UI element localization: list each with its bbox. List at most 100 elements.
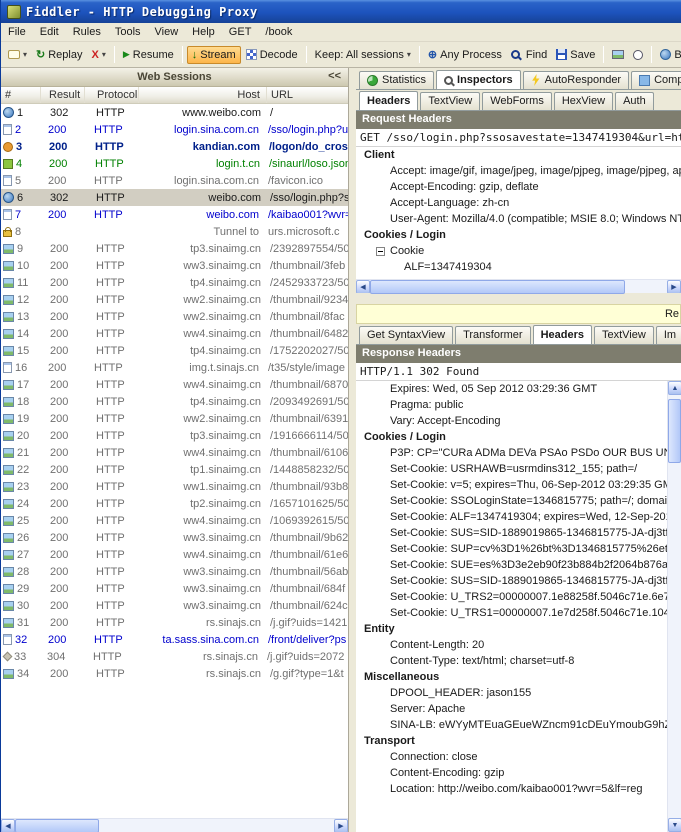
scroll-down-arrow[interactable]: ▼ [668,818,681,832]
session-row[interactable]: 31 200 HTTP rs.sinajs.cn /j.gif?uids=142… [1,614,348,631]
session-row[interactable]: 4 200 HTTP login.t.cn /sinaurl/loso.json [1,155,348,172]
session-row[interactable]: 10 200 HTTP ww3.sinaimg.cn /thumbnail/3f… [1,257,348,274]
session-row[interactable]: 20 200 HTTP tp3.sinaimg.cn /1916666114/5… [1,427,348,444]
tab-textview[interactable]: TextView [594,326,654,344]
session-row[interactable]: 16 200 HTTP img.t.sinajs.cn /t35/style/i… [1,359,348,376]
menu-help[interactable]: Help [185,24,222,40]
session-row[interactable]: 13 200 HTTP ww2.sinaimg.cn /thumbnail/8f… [1,308,348,325]
scroll-thumb[interactable] [668,399,681,463]
request-response-splitter[interactable] [356,293,681,304]
find-button[interactable]: Find [507,47,551,63]
tab-auth[interactable]: Auth [615,92,654,110]
session-row[interactable]: 19 200 HTTP ww2.sinaimg.cn /thumbnail/63… [1,410,348,427]
collapse-panel-button[interactable]: << [325,70,344,82]
tab-comp[interactable]: Comp [631,71,681,89]
scroll-right-arrow[interactable]: ▶ [667,280,681,294]
session-row[interactable]: 7 200 HTTP weibo.com /kaibao001?wvr= [1,206,348,223]
session-row[interactable]: 33 304 HTTP rs.sinajs.cn /j.gif?uids=207… [1,648,348,665]
session-row[interactable]: 1 302 HTTP www.weibo.com / [1,104,348,121]
session-row[interactable]: 5 200 HTTP login.sina.com.cn /favicon.ic… [1,172,348,189]
session-row[interactable]: 18 200 HTTP tp4.sinaimg.cn /2093492691/5… [1,393,348,410]
session-row[interactable]: 29 200 HTTP ww3.sinaimg.cn /thumbnail/68… [1,580,348,597]
screenshot-button[interactable] [608,48,628,61]
keep-sessions-dropdown[interactable]: Keep: All sessions▾ [311,47,415,63]
menu-rules[interactable]: Rules [66,24,108,40]
scroll-thumb[interactable] [370,280,625,294]
panel-splitter[interactable] [349,68,356,832]
session-row[interactable]: 30 200 HTTP ww3.sinaimg.cn /thumbnail/62… [1,597,348,614]
collapse-box-icon[interactable] [376,247,385,256]
scroll-track[interactable] [370,280,667,293]
menu-book[interactable]: /book [258,24,299,40]
column-header-result[interactable]: Result [41,87,85,103]
scroll-thumb[interactable] [15,819,99,832]
session-row[interactable]: 12 200 HTTP ww2.sinaimg.cn /thumbnail/92… [1,291,348,308]
tab-get-syntaxview[interactable]: Get SyntaxView [359,326,453,344]
menu-file[interactable]: File [1,24,33,40]
session-row[interactable]: 27 200 HTTP ww4.sinaimg.cn /thumbnail/61… [1,546,348,563]
comment-button[interactable]: ▾ [4,48,31,61]
scroll-up-arrow[interactable]: ▲ [668,381,681,395]
scroll-track[interactable] [15,819,334,832]
menu-edit[interactable]: Edit [33,24,66,40]
tab-statistics[interactable]: Statistics [359,71,434,89]
response-encoded-banner[interactable]: Re [356,304,681,324]
session-row[interactable]: 24 200 HTTP tp2.sinaimg.cn /1657101625/5… [1,495,348,512]
tab-webforms[interactable]: WebForms [482,92,552,110]
tab-headers[interactable]: Headers [533,325,592,345]
toolbar-separator [306,46,307,63]
save-button[interactable]: Save [552,47,599,63]
header-line[interactable]: Miscellaneous [356,669,667,685]
tab-inspectors[interactable]: Inspectors [436,70,521,90]
session-row[interactable]: 25 200 HTTP ww4.sinaimg.cn /1069392615/5… [1,512,348,529]
menu-get[interactable]: GET [222,24,259,40]
header-line[interactable]: Cookies / Login [356,429,667,445]
menu-view[interactable]: View [148,24,186,40]
header-line[interactable]: Entity [356,621,667,637]
session-row[interactable]: 8 Tunnel to urs.microsoft.c [1,223,348,240]
scroll-left-arrow[interactable]: ◀ [1,819,15,832]
tab-im[interactable]: Im [656,326,681,344]
tab-transformer[interactable]: Transformer [455,326,531,344]
session-row[interactable]: 26 200 HTTP ww3.sinaimg.cn /thumbnail/9b… [1,529,348,546]
tab-headers[interactable]: Headers [359,91,418,111]
header-line[interactable]: Transport [356,733,667,749]
tab-hexview[interactable]: HexView [554,92,613,110]
any-process-button[interactable]: ⊕Any Process [424,46,506,63]
session-row[interactable]: 2 200 HTTP login.sina.com.cn /sso/login.… [1,121,348,138]
decode-toggle[interactable]: Decode [242,47,302,63]
column-header-number[interactable]: # [1,87,41,103]
chevron-down-icon: ▾ [102,50,106,59]
session-row[interactable]: 22 200 HTTP tp1.sinaimg.cn /1448858232/5… [1,461,348,478]
timer-button[interactable] [629,48,647,62]
scroll-track[interactable] [668,395,681,818]
session-row[interactable]: 34 200 HTTP rs.sinajs.cn /g.gif?type=1&t [1,665,348,682]
column-header-host[interactable]: Host [139,87,267,103]
scroll-right-arrow[interactable]: ▶ [334,819,348,832]
session-row[interactable]: 9 200 HTTP tp3.sinaimg.cn /2392897554/50 [1,240,348,257]
browse-button[interactable]: Br [656,47,681,63]
column-header-url[interactable]: URL [267,87,348,103]
remove-button[interactable]: X▾ [87,47,109,63]
session-row[interactable]: 3 200 HTTP kandian.com /logon/do_cross [1,138,348,155]
scroll-left-arrow[interactable]: ◀ [356,280,370,294]
session-row[interactable]: 15 200 HTTP tp4.sinaimg.cn /1752202027/5… [1,342,348,359]
menu-tools[interactable]: Tools [108,24,148,40]
session-row[interactable]: 17 200 HTTP ww4.sinaimg.cn /thumbnail/68… [1,376,348,393]
stream-toggle[interactable]: ↓Stream [187,46,241,64]
header-line[interactable]: Cookie [356,243,681,259]
header-line[interactable]: Cookies / Login [356,227,681,243]
session-row[interactable]: 32 200 HTTP ta.sass.sina.com.cn /front/d… [1,631,348,648]
tab-autoresponder[interactable]: AutoResponder [523,71,629,89]
resume-button[interactable]: ▶Resume [119,47,178,63]
replay-button[interactable]: ↻Replay [32,46,86,63]
session-row[interactable]: 6 302 HTTP weibo.com /sso/login.php?s [1,189,348,206]
session-row[interactable]: 21 200 HTTP ww4.sinaimg.cn /thumbnail/61… [1,444,348,461]
session-row[interactable]: 28 200 HTTP ww3.sinaimg.cn /thumbnail/56… [1,563,348,580]
column-header-protocol[interactable]: Protocol [85,87,139,103]
session-row[interactable]: 14 200 HTTP ww4.sinaimg.cn /thumbnail/64… [1,325,348,342]
header-line[interactable]: Client [356,147,681,163]
tab-textview[interactable]: TextView [420,92,480,110]
session-row[interactable]: 11 200 HTTP tp4.sinaimg.cn /2452933723/5… [1,274,348,291]
session-row[interactable]: 23 200 HTTP ww1.sinaimg.cn /thumbnail/93… [1,478,348,495]
